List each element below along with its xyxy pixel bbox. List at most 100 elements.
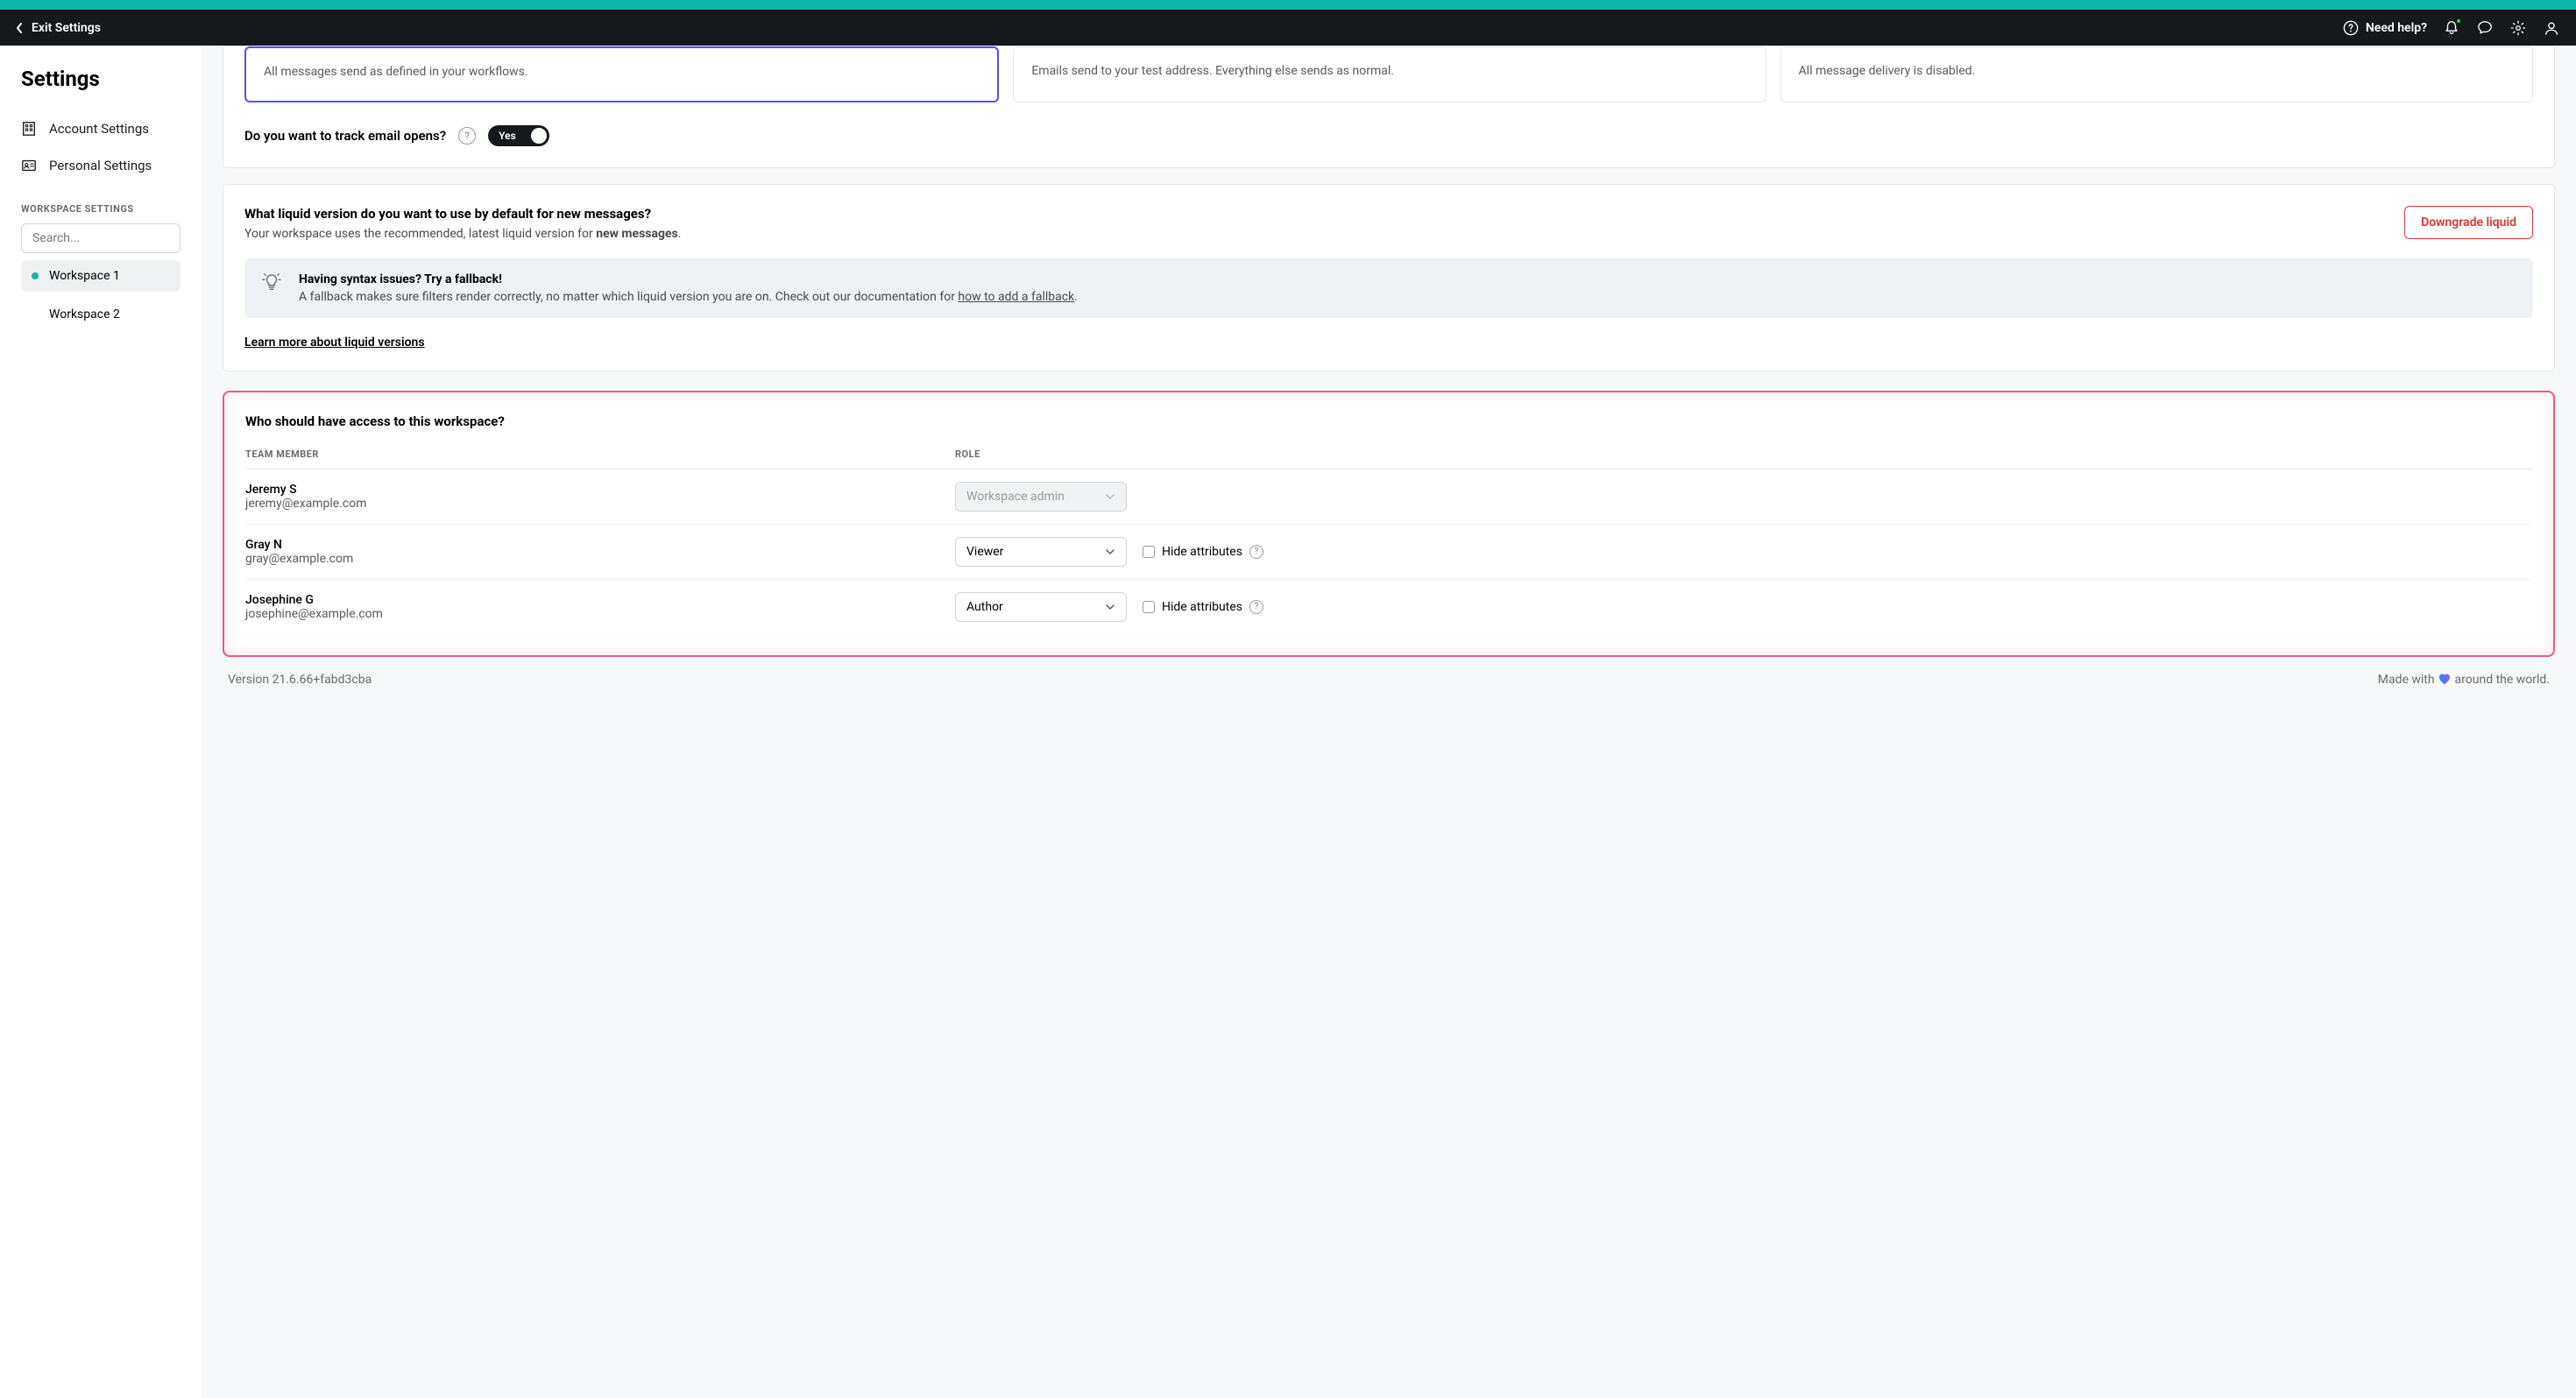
hide-attributes-label: Hide attributes xyxy=(1162,600,1242,614)
workspace-search-input[interactable] xyxy=(21,223,180,253)
toggle-knob xyxy=(531,128,547,144)
help-circle-icon xyxy=(2343,20,2359,36)
member-row: Jeremy S jeremy@example.com Workspace ad… xyxy=(245,470,2532,525)
sidebar-item-label: Account Settings xyxy=(49,121,149,137)
active-dot-icon xyxy=(32,272,39,279)
layout: Settings Account Settings Personal Setti… xyxy=(0,46,2576,1398)
delivery-option-test[interactable]: Emails send to your test address. Everyt… xyxy=(1013,46,1766,102)
learn-liquid-link[interactable]: Learn more about liquid versions xyxy=(244,335,425,350)
liquid-header: What liquid version do you want to use b… xyxy=(244,206,2533,241)
col-header-role: ROLE xyxy=(955,448,1127,460)
tip-text: A fallback makes sure filters render cor… xyxy=(299,290,1078,304)
role-value: Viewer xyxy=(966,545,1003,559)
toggle-label: Yes xyxy=(499,130,516,142)
help-icon[interactable]: ? xyxy=(458,127,476,145)
member-email: josephine@example.com xyxy=(245,607,955,621)
chat-button[interactable] xyxy=(2476,19,2494,37)
building-icon xyxy=(21,121,37,137)
delivery-card: All messages send as defined in your wor… xyxy=(223,46,2555,168)
member-row: Josephine G josephine@example.com Author… xyxy=(245,580,2532,634)
heart-icon xyxy=(2438,673,2452,685)
access-card: Who should have access to this workspace… xyxy=(223,391,2555,657)
tip-title: Having syntax issues? Try a fallback! xyxy=(299,272,1078,286)
need-help-button[interactable]: Need help? xyxy=(2343,20,2427,36)
role-select-admin: Workspace admin xyxy=(955,482,1127,512)
sidebar: Settings Account Settings Personal Setti… xyxy=(0,46,202,1398)
inactive-dot-icon xyxy=(32,311,39,318)
syntax-tip-box: Having syntax issues? Try a fallback! A … xyxy=(244,258,2533,318)
delivery-option-normal[interactable]: All messages send as defined in your wor… xyxy=(244,46,999,102)
liquid-sub-suffix: . xyxy=(678,227,682,241)
made-prefix: Made with xyxy=(2378,673,2438,687)
hide-attributes-checkbox[interactable] xyxy=(1143,546,1155,558)
liquid-sub-bold: new messages xyxy=(596,227,677,241)
member-name: Jeremy S xyxy=(245,483,955,497)
chat-icon xyxy=(2477,20,2493,36)
downgrade-liquid-button[interactable]: Downgrade liquid xyxy=(2404,206,2533,239)
need-help-label: Need help? xyxy=(2366,21,2427,35)
exit-settings-button[interactable]: Exit Settings xyxy=(16,21,101,35)
made-with-text: Made with around the world. xyxy=(2378,673,2550,687)
exit-settings-label: Exit Settings xyxy=(32,21,101,35)
role-value: Author xyxy=(966,600,1003,614)
sidebar-section-label: WORKSPACE SETTINGS xyxy=(21,203,202,215)
hide-attributes-checkbox[interactable] xyxy=(1143,601,1155,613)
user-icon xyxy=(2544,20,2559,36)
member-row: Gray N gray@example.com Viewer Hide attr… xyxy=(245,525,2532,580)
gear-icon xyxy=(2510,20,2526,36)
liquid-card: What liquid version do you want to use b… xyxy=(223,184,2555,371)
help-icon[interactable]: ? xyxy=(1249,545,1263,559)
role-select-viewer[interactable]: Viewer xyxy=(955,537,1127,567)
sidebar-workspace-1[interactable]: Workspace 1 xyxy=(21,260,180,292)
member-email: gray@example.com xyxy=(245,552,955,566)
delivery-options: All messages send as defined in your wor… xyxy=(244,46,2533,102)
made-suffix: around the world. xyxy=(2455,673,2550,687)
footer: Version 21.6.66+fabd3cba Made with aroun… xyxy=(223,657,2555,690)
delivery-desc: All messages send as defined in your wor… xyxy=(264,64,980,81)
role-value: Workspace admin xyxy=(966,490,1065,504)
col-header-member: TEAM MEMBER xyxy=(245,448,955,460)
hide-attributes-label: Hide attributes xyxy=(1162,545,1242,559)
hide-attributes-option[interactable]: Hide attributes ? xyxy=(1143,545,1263,559)
tip-text-suffix: . xyxy=(1074,290,1078,304)
member-email: jeremy@example.com xyxy=(245,497,955,511)
delivery-desc: All message delivery is disabled. xyxy=(1799,63,2515,81)
tip-text-prefix: A fallback makes sure filters render cor… xyxy=(299,290,958,304)
delivery-desc: Emails send to your test address. Everyt… xyxy=(1031,63,1747,81)
chevron-down-icon xyxy=(1105,491,1115,502)
profile-button[interactable] xyxy=(2543,19,2560,37)
top-nav: Exit Settings Need help? xyxy=(0,10,2576,46)
nav-right: Need help? xyxy=(2343,19,2560,37)
workspace-label: Workspace 2 xyxy=(49,307,120,321)
access-title: Who should have access to this workspace… xyxy=(245,413,2532,429)
chevron-down-icon xyxy=(1105,547,1115,557)
workspace-label: Workspace 1 xyxy=(49,269,120,283)
member-name: Josephine G xyxy=(245,593,955,607)
track-email-row: Do you want to track email opens? ? Yes xyxy=(244,125,2533,146)
sidebar-workspace-2[interactable]: Workspace 2 xyxy=(21,299,180,330)
lightbulb-icon xyxy=(262,272,283,304)
id-card-icon xyxy=(21,158,37,173)
notifications-button[interactable] xyxy=(2443,19,2460,37)
sidebar-item-personal[interactable]: Personal Settings xyxy=(21,147,202,184)
liquid-subtitle: Your workspace uses the recommended, lat… xyxy=(244,227,681,241)
top-teal-bar xyxy=(0,0,2576,10)
notification-dot xyxy=(2455,18,2462,25)
sidebar-item-label: Personal Settings xyxy=(49,158,152,173)
member-name: Gray N xyxy=(245,538,955,552)
sidebar-item-account[interactable]: Account Settings xyxy=(21,110,202,147)
role-select-author[interactable]: Author xyxy=(955,592,1127,622)
main-content: All messages send as defined in your wor… xyxy=(202,46,2576,1398)
chevron-left-icon xyxy=(16,22,23,34)
sidebar-title: Settings xyxy=(21,67,202,91)
settings-gear-button[interactable] xyxy=(2509,19,2527,37)
track-email-toggle[interactable]: Yes xyxy=(488,125,549,146)
access-table-header: TEAM MEMBER ROLE xyxy=(245,448,2532,470)
add-fallback-link[interactable]: how to add a fallback xyxy=(958,290,1074,304)
chevron-down-icon xyxy=(1105,602,1115,612)
track-email-label: Do you want to track email opens? xyxy=(244,128,446,144)
help-icon[interactable]: ? xyxy=(1249,600,1263,614)
hide-attributes-option[interactable]: Hide attributes ? xyxy=(1143,600,1263,614)
delivery-option-disabled[interactable]: All message delivery is disabled. xyxy=(1780,46,2533,102)
liquid-sub-prefix: Your workspace uses the recommended, lat… xyxy=(244,227,596,241)
